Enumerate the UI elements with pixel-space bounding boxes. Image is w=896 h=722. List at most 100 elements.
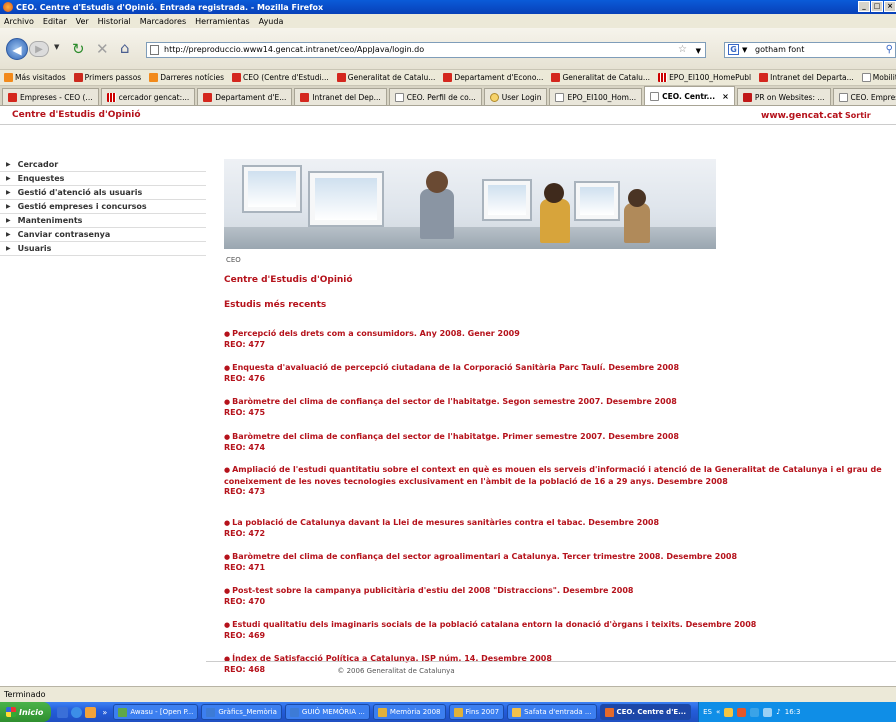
- maximize-button[interactable]: □: [871, 1, 883, 12]
- browser-tab[interactable]: CEO. Centr... ×: [644, 86, 735, 105]
- study-title-link[interactable]: ● Enquesta d'avaluació de percepció ciuta…: [224, 362, 892, 374]
- menu-item-0[interactable]: Archivo: [4, 17, 34, 26]
- sidebar-item[interactable]: ▶ Cercador: [0, 158, 206, 172]
- bookmark-item[interactable]: Generalitat de Catalu...: [336, 73, 436, 82]
- study-title-link[interactable]: ● Post-test sobre la campanya publicitàri…: [224, 585, 892, 597]
- home-icon[interactable]: ⌂: [120, 39, 130, 57]
- study-reo-code: REO: 477: [224, 340, 266, 349]
- browser-tab[interactable]: cercador gencat:...: [100, 88, 196, 105]
- study-title-link[interactable]: ● Ampliació de l'estudi quantitatiu sobre…: [224, 464, 892, 487]
- study-item: ● Ampliació de l'estudi quantitatiu sobre…: [224, 464, 892, 497]
- browser-tab[interactable]: Intranet del Dep...: [294, 88, 387, 105]
- tab-label: EPO_EI100_Hom...: [567, 92, 637, 102]
- bookmark-item[interactable]: Mobilitat: [861, 73, 896, 82]
- search-input[interactable]: gotham font: [755, 45, 804, 54]
- sidebar-item[interactable]: ▶ Manteniments: [0, 214, 206, 228]
- bookmark-item[interactable]: Generalitat de Catalu...: [551, 73, 650, 82]
- quick-launch-more[interactable]: »: [102, 708, 107, 717]
- bookmark-label: CEO (Centre d'Estudi...: [242, 73, 329, 82]
- reload-icon[interactable]: ↻: [72, 40, 85, 58]
- study-title-link[interactable]: ● Estudi qualitatiu dels imaginaris socia…: [224, 619, 892, 631]
- person-head-graphic: [628, 189, 646, 207]
- bullet-icon: ●: [224, 398, 231, 406]
- url-bar[interactable]: http://preproduccio.www14.gencat.intrane…: [146, 42, 706, 58]
- volume-icon[interactable]: ♪: [776, 708, 780, 716]
- bullet-icon: ●: [224, 621, 231, 629]
- bookmark-item[interactable]: CEO (Centre d'Estudi...: [231, 73, 329, 82]
- search-box[interactable]: G ▼ gotham font ⚲: [724, 42, 896, 58]
- taskbar-button[interactable]: Safata d'entrada ...: [507, 704, 597, 720]
- quick-launch: [57, 706, 97, 718]
- sidebar-item[interactable]: ▶ Canviar contrasenya: [0, 228, 206, 242]
- menu-item-3[interactable]: Historial: [98, 17, 131, 26]
- close-button[interactable]: ×: [884, 1, 896, 12]
- tray-expand[interactable]: «: [716, 708, 720, 716]
- browser-tab[interactable]: Empreses - CEO (...: [2, 88, 99, 105]
- forward-button[interactable]: ▶: [29, 41, 49, 57]
- sidebar-item[interactable]: ▶ Gestió empreses i concursos: [0, 200, 206, 214]
- bookmark-item[interactable]: Intranet del Departa...: [759, 73, 854, 82]
- taskbar-button[interactable]: Awasu - [Open P...: [113, 704, 199, 720]
- ie-icon[interactable]: [71, 706, 83, 718]
- study-title-link[interactable]: ● La població de Catalunya davant la Llei…: [224, 517, 892, 529]
- study-title-link[interactable]: ● Baròmetre del clima de confiança del se…: [224, 396, 892, 408]
- study-title-link[interactable]: ● Índex de Satisfacció Política a Catalun…: [224, 653, 892, 665]
- tab-close-icon[interactable]: ×: [722, 92, 729, 101]
- sortir-link[interactable]: Sortir: [845, 111, 871, 120]
- gencat-link[interactable]: www.gencat.cat: [761, 111, 843, 121]
- browser-tab[interactable]: CEO. Perfil de co...: [388, 88, 482, 105]
- bookmark-item[interactable]: Darreres notícies: [149, 73, 224, 82]
- browser-tab[interactable]: User Login: [483, 88, 548, 105]
- bookmark-star-icon[interactable]: ☆: [678, 43, 687, 57]
- study-title-link[interactable]: ● Baròmetre del clima de confiança del se…: [224, 551, 892, 563]
- monitor-graphic: [574, 181, 620, 221]
- menu-item-1[interactable]: Editar: [43, 17, 67, 26]
- start-button[interactable]: Inicio: [0, 702, 52, 722]
- bookmark-item[interactable]: Departament d'Econo...: [443, 73, 543, 82]
- tray-network-icon[interactable]: [763, 707, 773, 717]
- browser-tab[interactable]: PR on Websites: ...: [736, 88, 831, 105]
- study-title-link[interactable]: ● Baròmetre del clima de confiança del se…: [224, 431, 892, 443]
- back-button[interactable]: ◀: [6, 38, 28, 60]
- minimize-button[interactable]: _: [858, 1, 870, 12]
- search-engine-dropdown-icon[interactable]: ▼: [742, 43, 747, 57]
- bookmark-item[interactable]: Más visitados: [4, 73, 66, 82]
- tray-app-icon[interactable]: [724, 707, 734, 717]
- history-dropdown-icon[interactable]: ▼: [54, 43, 59, 51]
- site-title[interactable]: Centre d'Estudis d'Opinió: [12, 110, 141, 120]
- desktop-icon[interactable]: [57, 706, 69, 718]
- sidebar-item[interactable]: ▶ Enquestes: [0, 172, 206, 186]
- menu-item-4[interactable]: Marcadores: [140, 17, 186, 26]
- person-graphic: [540, 199, 570, 243]
- tray-mail-icon[interactable]: [750, 707, 760, 717]
- breadcrumb[interactable]: CEO: [226, 256, 241, 264]
- taskbar-button[interactable]: Gràfics_Memòria: [201, 704, 282, 720]
- menu-item-5[interactable]: Herramientas: [195, 17, 250, 26]
- sidebar-item[interactable]: ▶ Usuaris: [0, 242, 206, 256]
- stop-icon[interactable]: ✕: [96, 40, 109, 58]
- sidebar-item-label: Gestió empreses i concursos: [17, 202, 147, 211]
- bookmark-item[interactable]: Primers passos: [73, 73, 141, 82]
- bookmark-label: Generalitat de Catalu...: [347, 73, 436, 82]
- taskbar-button-label: GUIÓ MEMÒRIA ...: [301, 708, 365, 716]
- gencat-icon: [759, 73, 769, 82]
- menu-item-6[interactable]: Ayuda: [259, 17, 284, 26]
- browser-tab[interactable]: Departament d'E...: [197, 88, 293, 105]
- taskbar-button[interactable]: CEO. Centre d'E...: [599, 704, 692, 720]
- browser-tab[interactable]: EPO_EI100_Hom...: [549, 88, 643, 105]
- taskbar-button[interactable]: GUIÓ MEMÒRIA ...: [284, 704, 370, 720]
- menu-item-2[interactable]: Ver: [76, 17, 89, 26]
- browser-tab[interactable]: CEO. Empreses H...: [832, 88, 896, 105]
- study-title-link[interactable]: ● Percepció dels drets com a consumidors.…: [224, 328, 892, 340]
- url-dropdown-icon[interactable]: ▼: [696, 44, 701, 58]
- google-icon[interactable]: G: [728, 44, 739, 55]
- taskbar-button[interactable]: Fins 2007: [448, 704, 505, 720]
- window-title-bar[interactable]: CEO. Centre d'Estudis d'Opinió. Entrada …: [0, 0, 896, 14]
- taskbar-button[interactable]: Memòria 2008: [372, 704, 446, 720]
- sidebar-item[interactable]: ▶ Gestió d'atenció als usuaris: [0, 186, 206, 200]
- search-icon[interactable]: ⚲: [886, 43, 893, 57]
- firefox-quick-icon[interactable]: [85, 706, 97, 718]
- tray-app-icon[interactable]: [737, 707, 747, 717]
- language-indicator[interactable]: ES: [703, 708, 712, 716]
- bookmark-item[interactable]: EPO_EI100_HomePubl: [658, 73, 751, 82]
